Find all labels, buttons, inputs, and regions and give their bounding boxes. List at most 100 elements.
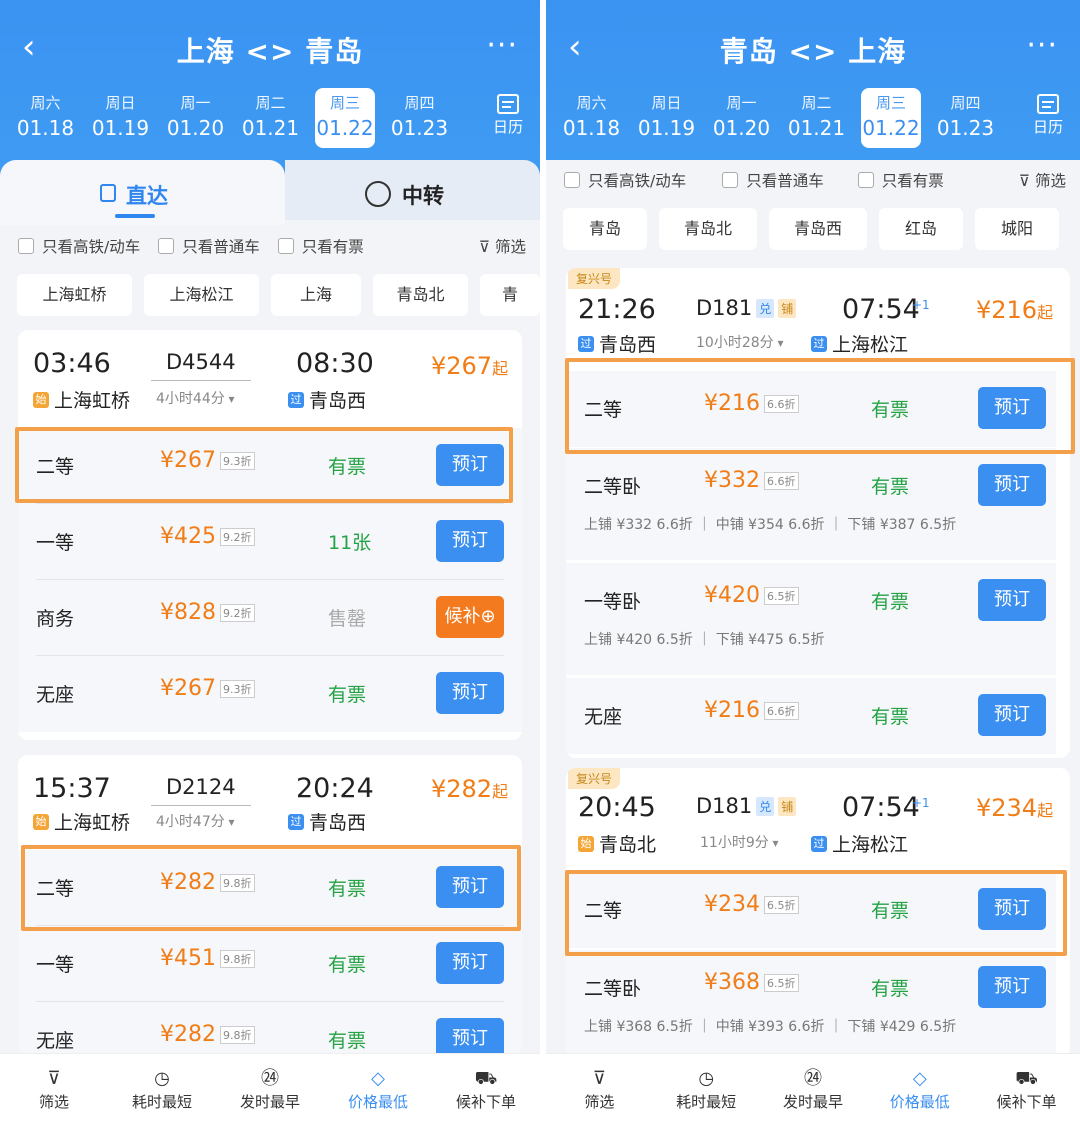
train-icon (100, 184, 116, 202)
book-button[interactable]: 预订 (978, 579, 1046, 621)
seat-class: 商务 (36, 608, 75, 630)
berth-prices: 上铺 ¥332 6.6折 ｜ 中铺 ¥354 6.6折 ｜ 下铺 ¥387 6.… (584, 517, 957, 533)
book-button[interactable]: 预订 (436, 672, 504, 714)
departure-time: 20:45 (578, 792, 656, 823)
calendar-label: 日历 (492, 118, 523, 136)
train-card[interactable]: 03:46 D4544 4小时44分 08:30 ¥267起 始上海虹桥 过青岛… (18, 330, 522, 740)
bottom-item-earliest[interactable]: ㉔发时最早 (763, 1067, 863, 1112)
filter-button[interactable]: ⊽ 筛选 (1019, 169, 1066, 191)
duration[interactable]: 4小时44分 (156, 388, 235, 408)
seat-row: 二等 ¥234 6.5折 有票 预订 (566, 872, 1056, 948)
date-item[interactable]: 周四 01.23 (382, 88, 457, 148)
train-card[interactable]: 复兴号 21:26 D181兑铺 10小时28分 07:54 +1 ¥216起 … (566, 268, 1070, 758)
seat-row: 商务 ¥828 9.2折 售罄 候补⊕ (18, 580, 522, 656)
filter-checkbox[interactable]: 只看高铁/动车 (564, 169, 686, 191)
bottom-item-cheapest[interactable]: ◇ 价格最低 (870, 1067, 970, 1112)
bottom-item-cheapest[interactable]: ◇ 价格最低 (328, 1067, 428, 1112)
waitlist-button[interactable]: 候补⊕ (436, 596, 504, 638)
bottom-item-waitlist[interactable]: ⛟ 候补下单 (436, 1067, 536, 1112)
date-item[interactable]: 周一 01.20 (704, 88, 779, 148)
date-item-selected[interactable]: 周三 01.22 (861, 88, 921, 148)
book-button[interactable]: 预订 (436, 942, 504, 984)
date-bar: 周六 01.18 周日 01.19 周一 01.20 周二 01.21 周三 01.22 … (8, 88, 457, 148)
calendar-icon (1037, 94, 1059, 114)
book-button[interactable]: 预订 (978, 464, 1046, 506)
train-card[interactable]: 复兴号 20:45 D181兑铺 11小时9分 07:54 +1 ¥234起 始… (566, 768, 1070, 1058)
filter-checkbox[interactable]: 只看有票 (857, 169, 944, 191)
filter-checkbox[interactable]: 只看有票 (277, 235, 364, 257)
duration[interactable]: 10小时28分 (696, 332, 783, 352)
seat-class: 二等卧 (584, 476, 642, 498)
more-icon[interactable]: ··· (486, 28, 518, 63)
calendar-button[interactable]: 日历 (1028, 92, 1068, 137)
tab-transfer[interactable]: 中转 (285, 160, 540, 220)
book-button[interactable]: 预订 (978, 966, 1046, 1008)
date-item[interactable]: 周二 01.21 (779, 88, 854, 148)
bottom-label: 耗时最短 (131, 1093, 192, 1111)
bottom-item-filter[interactable]: ⊽ 筛选 (549, 1067, 649, 1112)
filter-button[interactable]: ⊽ 筛选 (479, 235, 526, 257)
duration[interactable]: 4小时47分 (156, 811, 235, 831)
price-value: ¥420 (704, 583, 760, 608)
date-item[interactable]: 周六 01.18 (554, 88, 629, 148)
bottom-item-filter[interactable]: ⊽ 筛选 (4, 1067, 104, 1112)
date-item[interactable]: 周二 01.21 (233, 88, 308, 148)
checkbox-icon (857, 172, 874, 188)
bottom-item-shortest[interactable]: ◷ 耗时最短 (112, 1067, 212, 1112)
station-chip[interactable]: 红岛 (879, 208, 963, 250)
availability: 有票 (871, 978, 910, 1000)
station-chip[interactable]: 城阳 (975, 208, 1059, 250)
station-chip[interactable]: 青岛西 (769, 208, 867, 250)
book-button[interactable]: 预订 (436, 444, 504, 486)
filter-checkbox[interactable]: 只看高铁/动车 (18, 235, 140, 257)
date-item[interactable]: 周一 01.20 (158, 88, 233, 148)
station-chip[interactable]: 青岛 (563, 208, 647, 250)
bottom-item-waitlist[interactable]: ⛟ 候补下单 (977, 1067, 1077, 1112)
book-button[interactable]: 预订 (978, 888, 1046, 930)
price-value: ¥216 (976, 296, 1038, 324)
station-chip[interactable]: 上海 (271, 274, 361, 316)
seat-price: ¥332 6.6折 (704, 468, 799, 493)
station-chip[interactable]: 青岛北 (659, 208, 757, 250)
date-item-selected[interactable]: 周三 01.22 (315, 88, 375, 148)
bottom-item-shortest[interactable]: ◷ 耗时最短 (656, 1067, 756, 1112)
station-chip[interactable]: 上海松江 (144, 274, 259, 316)
book-button[interactable]: 预订 (436, 1018, 504, 1055)
bottom-label: 价格最低 (889, 1093, 950, 1111)
book-button[interactable]: 预订 (978, 694, 1046, 736)
to-station: 过青岛西 (288, 808, 366, 835)
date-item[interactable]: 周日 01.19 (83, 88, 158, 148)
duration[interactable]: 11小时9分 (700, 832, 779, 852)
more-icon[interactable]: ··· (1026, 28, 1058, 63)
lowest-price: ¥267起 (431, 352, 508, 380)
filter-checkbox[interactable]: 只看普通车 (722, 169, 824, 191)
station-chip[interactable]: 青 (480, 274, 540, 316)
train-card[interactable]: 15:37 D2124 4小时47分 20:24 ¥282起 始上海虹桥 过青岛… (18, 755, 522, 1055)
seat-price: ¥267 9.3折 (160, 676, 255, 701)
filter-button-label: 筛选 (494, 238, 526, 256)
book-button[interactable]: 预订 (436, 520, 504, 562)
station-chip[interactable]: 上海虹桥 (17, 274, 132, 316)
page-title: 上海 <> 青岛 (176, 35, 364, 68)
date-item[interactable]: 周日 01.19 (629, 88, 704, 148)
bottom-item-earliest[interactable]: ㉔发时最早 (220, 1067, 320, 1112)
book-button[interactable]: 预订 (978, 387, 1046, 429)
station-chip[interactable]: 青岛北 (373, 274, 468, 316)
tab-direct[interactable]: 直达 (0, 160, 285, 225)
price-value: ¥828 (160, 600, 216, 625)
calendar-button[interactable]: 日历 (488, 92, 528, 137)
price-suffix: 起 (492, 359, 509, 378)
train-number: D2124 (166, 775, 236, 799)
date-item[interactable]: 周四 01.23 (928, 88, 1003, 148)
start-badge: 始 (33, 391, 49, 408)
funnel-icon: ⊽ (47, 1068, 61, 1089)
price-value: ¥267 (431, 352, 493, 380)
book-button[interactable]: 预订 (436, 866, 504, 908)
departure-time: 03:46 (33, 348, 111, 379)
page-title: 青岛 <> 上海 (719, 35, 907, 68)
filter-checkbox[interactable]: 只看普通车 (158, 235, 260, 257)
funnel-icon: ⊽ (1018, 172, 1031, 190)
seat-price: ¥368 6.5折 (704, 970, 799, 995)
date-item[interactable]: 周六 01.18 (8, 88, 83, 148)
weekday-label: 周六 (576, 94, 607, 112)
